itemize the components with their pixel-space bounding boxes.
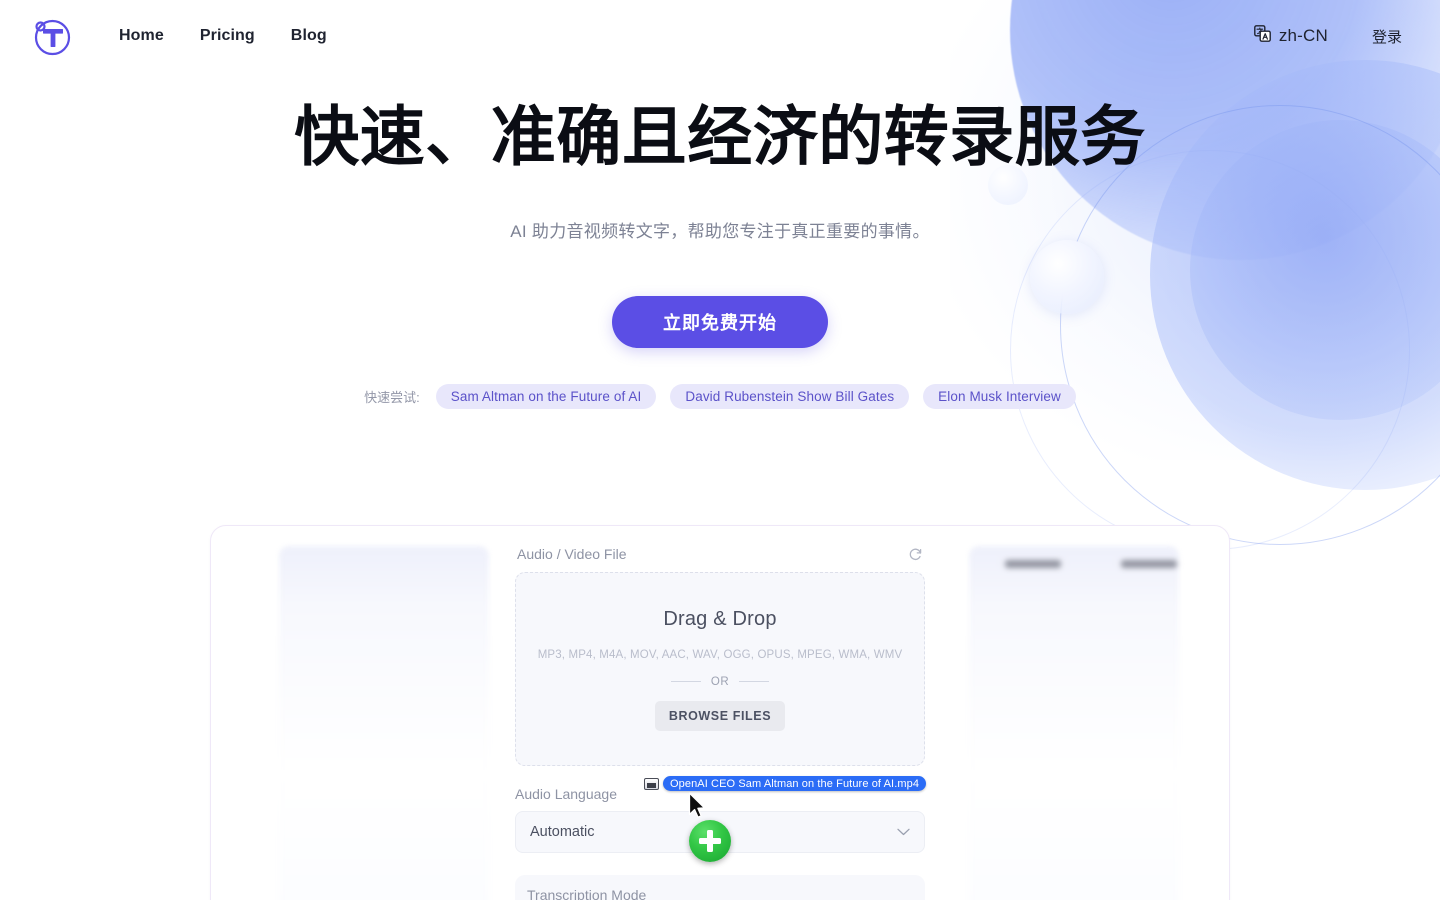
nav-link-home[interactable]: Home <box>119 27 164 45</box>
audio-language-value: Automatic <box>530 824 595 840</box>
audio-language-select[interactable]: Automatic <box>515 811 925 853</box>
quick-try-chip-elon-musk[interactable]: Elon Musk Interview <box>923 384 1076 410</box>
language-label: zh-CN <box>1278 26 1328 45</box>
dropzone-title: Drag & Drop <box>663 607 777 630</box>
preview-right-panel-blurred <box>969 546 1179 900</box>
app-preview-inner: Audio / Video File Drag & Drop MP3, MP4,… <box>211 526 1229 900</box>
nav-link-pricing[interactable]: Pricing <box>200 27 255 45</box>
quick-try-chip-sam-altman[interactable]: Sam Altman on the Future of AI <box>435 384 657 410</box>
language-switcher[interactable]: zh-CN <box>1253 25 1328 47</box>
background-blob-large <box>1150 60 1440 490</box>
reset-icon[interactable] <box>908 547 923 562</box>
hero-subtitle: AI 助力音视频转文字，帮助您专注于真正重要的事情。 <box>510 222 930 242</box>
upload-panel: Audio / Video File Drag & Drop MP3, MP4,… <box>515 538 925 900</box>
page-root: Home Pricing Blog zh-CN 登录 快速、准确且经济的转录服务… <box>0 0 1440 900</box>
browse-files-button[interactable]: BROWSE FILES <box>654 700 786 731</box>
dropzone-formats: MP3, MP4, M4A, MOV, AAC, WAV, OGG, OPUS,… <box>537 648 903 661</box>
preview-right-label-b <box>1121 560 1177 568</box>
cta-container: 立即免费开始 <box>0 296 1440 349</box>
quick-try-row: 快速尝试: Sam Altman on the Future of AI Dav… <box>0 384 1440 410</box>
main-navigation: Home Pricing Blog <box>119 27 327 45</box>
translate-icon <box>1253 25 1271 47</box>
transcription-mode-section: Transcription Mode 🏅 🚀 🔶 <box>515 875 925 900</box>
site-header: Home Pricing Blog zh-CN 登录 <box>0 0 1440 72</box>
preview-right-label-a <box>1005 560 1061 568</box>
background-ring-inner <box>1010 150 1410 550</box>
background-orb-small <box>988 165 1028 205</box>
audio-language-label: Audio Language <box>515 786 617 802</box>
chevron-down-icon <box>897 825 910 839</box>
start-free-button[interactable]: 立即免费开始 <box>612 296 828 349</box>
nav-link-blog[interactable]: Blog <box>291 27 327 45</box>
dropzone-or-divider: OR <box>671 676 769 688</box>
file-section-title: Audio / Video File <box>517 546 627 562</box>
app-preview-card: Audio / Video File Drag & Drop MP3, MP4,… <box>210 525 1230 900</box>
quick-try-label: 快速尝试: <box>364 390 420 406</box>
file-section-header: Audio / Video File <box>515 538 925 562</box>
login-link[interactable]: 登录 <box>1372 26 1402 47</box>
header-actions: zh-CN 登录 <box>1253 25 1402 47</box>
background-blob-small <box>1190 120 1440 420</box>
quick-try-chip-bill-gates[interactable]: David Rubenstein Show Bill Gates <box>670 384 910 410</box>
brand-logo-icon[interactable] <box>32 17 71 56</box>
file-dropzone[interactable]: Drag & Drop MP3, MP4, M4A, MOV, AAC, WAV… <box>515 572 925 766</box>
transcription-mode-label: Transcription Mode <box>527 887 647 900</box>
preview-left-panel-blurred <box>279 546 489 900</box>
